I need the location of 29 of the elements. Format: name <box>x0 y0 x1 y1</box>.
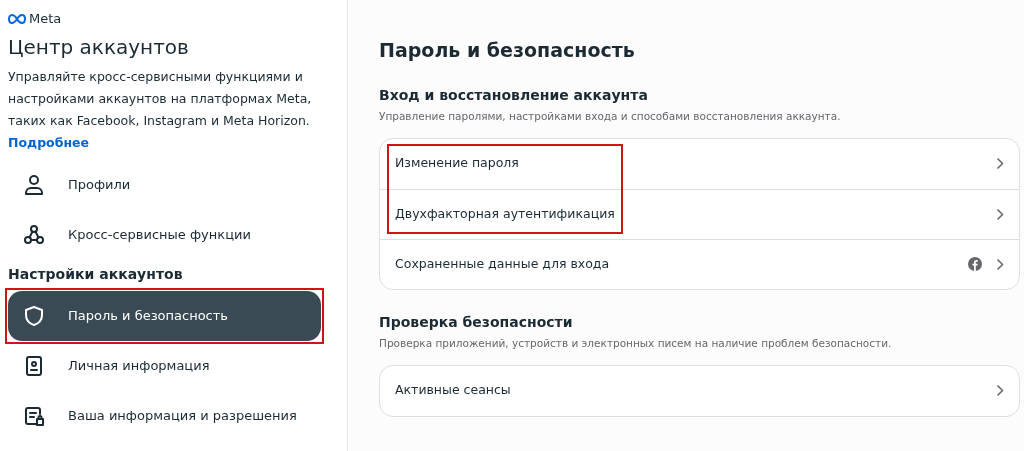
page-title: Центр аккаунтов <box>8 34 190 60</box>
section-heading: Настройки аккаунтов <box>8 265 184 284</box>
person-icon <box>22 173 46 197</box>
chevron-right-icon <box>996 257 1004 271</box>
settings-row[interactable]: Двухфакторная аутентификация <box>380 188 1019 239</box>
section-subtitle: Проверка приложений, устройств и электронных писем на наличие проблем безопасности. <box>379 335 893 351</box>
connected-nodes-icon <box>22 223 46 247</box>
description-text: Управляйте кросс-сервисными функциями и настройками аккаунтов на платформах Meta, таких как Facebook, Instagram и Meta Horizon. Подробнее <box>8 68 313 152</box>
section-subtitle: Управление паролями, настройками входа и способами восстановления аккаунта. <box>379 109 842 124</box>
chevron-right-icon <box>996 157 1004 171</box>
chevron-right-icon <box>996 207 1004 221</box>
section-title: Проверка безопасности <box>379 312 574 332</box>
facebook-icon <box>968 257 982 272</box>
section-title: Вход и восстановление аккаунта <box>379 86 649 105</box>
document-lock-icon <box>22 404 46 428</box>
settings-row[interactable]: Активные сеансы <box>380 365 1019 416</box>
infinity-logo-icon <box>8 14 26 24</box>
sidebar-item[interactable]: Кросс-сервисные функции <box>8 210 321 260</box>
brand-name: Meta <box>29 10 62 29</box>
settings-row[interactable]: Изменение пароля <box>380 138 1019 189</box>
sidebar-item[interactable]: Ваша информация и разрешения <box>8 391 321 441</box>
chevron-right-icon <box>996 384 1004 397</box>
main-title: Пароль и безопасность <box>379 38 636 63</box>
shield-icon <box>22 304 46 328</box>
sidebar-item[interactable]: Профили <box>8 160 321 210</box>
sidebar-item[interactable]: Пароль и безопасность <box>8 291 321 341</box>
settings-row[interactable]: Сохраненные данные для входа <box>380 238 1019 289</box>
sidebar-item[interactable]: Личная информация <box>8 341 321 391</box>
learn-more-link[interactable]: Подробнее <box>8 135 89 150</box>
